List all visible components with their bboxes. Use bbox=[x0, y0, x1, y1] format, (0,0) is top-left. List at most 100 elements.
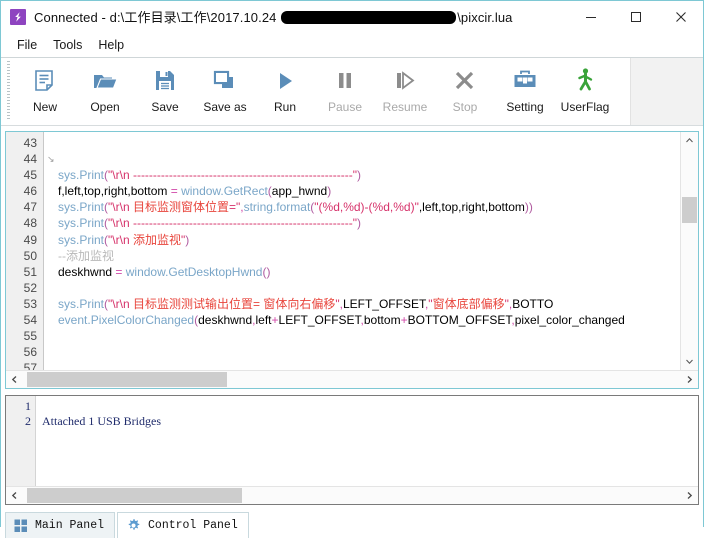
line-number: 45 bbox=[23, 168, 37, 183]
code-line[interactable]: --添加监视 bbox=[44, 248, 680, 264]
chevron-left-icon[interactable] bbox=[6, 487, 23, 504]
toolbar-button-setting[interactable]: Setting bbox=[495, 58, 555, 120]
code-token: = bbox=[112, 264, 126, 279]
line-number: 53 bbox=[23, 296, 37, 311]
editor-vscroll-thumb[interactable] bbox=[682, 197, 697, 223]
tab-control-panel[interactable]: Control Panel bbox=[117, 512, 249, 538]
editor-horizontal-scrollbar[interactable] bbox=[6, 370, 698, 388]
toolbar-button-open[interactable]: Open bbox=[75, 58, 135, 120]
maximize-button[interactable] bbox=[613, 1, 658, 32]
code-line[interactable] bbox=[44, 151, 680, 167]
line-number: 49 bbox=[23, 232, 37, 247]
editor-vertical-scrollbar[interactable] bbox=[680, 132, 698, 370]
console-body[interactable]: 12 Attached 1 USB Bridges bbox=[6, 396, 698, 486]
editor-vscroll-track[interactable] bbox=[681, 149, 698, 353]
stop-x-icon bbox=[452, 66, 478, 96]
code-token: )) bbox=[524, 200, 533, 215]
menu-item-help[interactable]: Help bbox=[90, 36, 132, 54]
tab-label-control-panel: Control Panel bbox=[148, 519, 238, 532]
toolbar-drag-handle[interactable] bbox=[7, 61, 10, 119]
toolbar-label-run: Run bbox=[273, 100, 296, 114]
close-button[interactable] bbox=[658, 1, 703, 32]
code-line[interactable] bbox=[44, 135, 680, 151]
console-hscroll-thumb[interactable] bbox=[27, 488, 242, 503]
code-line[interactable] bbox=[44, 360, 680, 370]
code-line[interactable]: deskhwnd = window.GetDesktopHwnd() bbox=[44, 264, 680, 280]
line-number: 46 bbox=[23, 184, 37, 199]
menu-item-tools[interactable]: Tools bbox=[45, 36, 90, 54]
code-line[interactable]: event.PixelColorChanged(deskhwnd,left+LE… bbox=[44, 312, 680, 328]
code-token: BOTTOM_OFFSET bbox=[407, 313, 512, 328]
tab-label-main-panel: Main Panel bbox=[35, 519, 105, 532]
code-line[interactable] bbox=[44, 328, 680, 344]
toolbar-label-pause: Pause bbox=[327, 100, 363, 114]
code-editor-body[interactable]: 43 44 45 46 47 48 49 50 51 52 53 54 55 56 57 ↘ sys.Pri… bbox=[6, 132, 698, 370]
play-triangle-icon bbox=[273, 66, 297, 96]
code-token: ,left,top,right,bottom bbox=[418, 200, 525, 215]
code-line[interactable]: sys.Print("\r\n 添加监视") bbox=[44, 232, 680, 248]
toolbar-button-new[interactable]: New bbox=[15, 58, 75, 120]
toolbar-button-stop[interactable]: Stop bbox=[435, 58, 495, 120]
line-number: 48 bbox=[23, 216, 37, 231]
code-token: "\r\n bbox=[108, 232, 133, 247]
code-token: ) bbox=[357, 168, 361, 183]
tab-main-panel[interactable]: Main Panel bbox=[5, 512, 116, 538]
line-number: 50 bbox=[23, 248, 37, 263]
code-line[interactable] bbox=[44, 280, 680, 296]
redacted-path-block bbox=[281, 11, 457, 24]
code-token: "\r\n ----------------------------------… bbox=[108, 168, 357, 183]
toolbar-label-new: New bbox=[32, 100, 57, 114]
window-title: Connected - d:\工作目录\工作\2017.10.24 \pixci… bbox=[34, 7, 512, 26]
code-token: sys.Print bbox=[58, 216, 105, 231]
line-number: 57 bbox=[23, 361, 37, 370]
toolbar-right-filler bbox=[630, 58, 703, 125]
code-line[interactable]: f,left,top,right,bottom = window.GetRect… bbox=[44, 183, 680, 199]
line-number: 51 bbox=[23, 264, 37, 279]
console-line: Attached 1 USB Bridges bbox=[42, 414, 161, 428]
window-title-suffix: \pixcir.lua bbox=[457, 10, 513, 25]
code-fold-marker[interactable]: ↘ bbox=[47, 151, 55, 167]
code-token: app_hwnd bbox=[271, 184, 328, 199]
code-token: sys.Print bbox=[58, 168, 105, 183]
code-token: --添加监视 bbox=[58, 248, 114, 263]
code-token: 目标监测窗体位置 bbox=[132, 200, 229, 215]
console-hscroll-track[interactable] bbox=[23, 487, 681, 504]
code-token: f,left,top,right,bottom bbox=[58, 184, 168, 199]
output-console[interactable]: 12 Attached 1 USB Bridges bbox=[5, 395, 699, 505]
chevron-right-icon[interactable] bbox=[681, 371, 698, 388]
toolbar-button-run[interactable]: Run bbox=[255, 58, 315, 120]
chevron-right-icon[interactable] bbox=[681, 487, 698, 504]
editor-hscroll-thumb[interactable] bbox=[27, 372, 227, 387]
running-person-icon bbox=[573, 66, 597, 96]
code-token: 窗体底部偏移 bbox=[432, 296, 505, 311]
toolbar-button-resume[interactable]: Resume bbox=[375, 58, 435, 120]
code-line[interactable]: sys.Print("\r\n 目标监测测试输出位置= 窗体向右偏移",LEFT… bbox=[44, 296, 680, 312]
code-line[interactable]: sys.Print("\r\n 目标监测窗体位置=",string.format… bbox=[44, 199, 680, 215]
code-token: 添加监视 bbox=[132, 232, 181, 247]
code-line[interactable] bbox=[44, 344, 680, 360]
toolbar-label-setting: Setting bbox=[506, 100, 544, 114]
toolbar-button-save-as[interactable]: Save as bbox=[195, 58, 255, 120]
code-token: 目标监测测试输出位置 bbox=[132, 296, 253, 311]
code-token: string.format bbox=[243, 200, 311, 215]
resume-icon bbox=[392, 66, 418, 96]
toolbar-button-userflag[interactable]: UserFlag bbox=[555, 58, 615, 120]
menu-item-file[interactable]: File bbox=[9, 36, 45, 54]
console-horizontal-scrollbar[interactable] bbox=[6, 486, 698, 504]
minimize-button[interactable] bbox=[568, 1, 613, 32]
chevron-down-icon[interactable] bbox=[681, 353, 698, 370]
code-editor[interactable]: 43 44 45 46 47 48 49 50 51 52 53 54 55 56 57 ↘ sys.Pri… bbox=[5, 131, 699, 389]
toolbar-button-pause[interactable]: Pause bbox=[315, 58, 375, 120]
code-line[interactable]: sys.Print("\r\n ------------------------… bbox=[44, 167, 680, 183]
code-token: ) bbox=[357, 216, 361, 231]
code-token: + bbox=[400, 313, 408, 328]
chevron-up-icon[interactable] bbox=[681, 132, 698, 149]
toolbar-button-save[interactable]: Save bbox=[135, 58, 195, 120]
code-line[interactable]: sys.Print("\r\n ------------------------… bbox=[44, 215, 680, 231]
editor-hscroll-track[interactable] bbox=[23, 371, 681, 388]
code-text-area[interactable]: ↘ sys.Print("\r\n ----------------------… bbox=[44, 132, 680, 370]
code-token: = bbox=[167, 184, 182, 199]
line-number: 44 bbox=[23, 152, 37, 167]
save-as-icon bbox=[211, 66, 239, 96]
chevron-left-icon[interactable] bbox=[6, 371, 23, 388]
